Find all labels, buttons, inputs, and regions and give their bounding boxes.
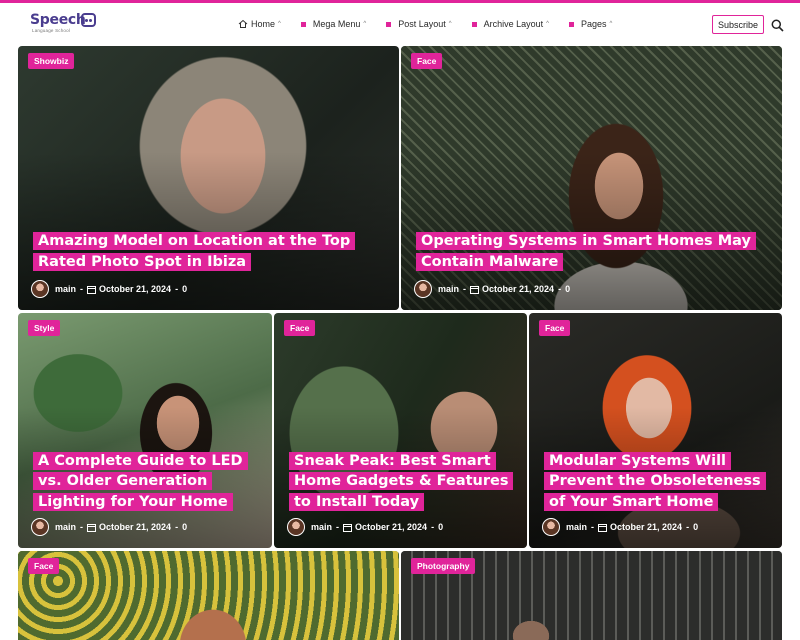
meta-separator: - <box>686 522 690 532</box>
nav-label: Home <box>251 19 276 29</box>
chevron-up-icon: ^ <box>546 21 549 27</box>
post-title[interactable]: Amazing Model on Location at the Top Rat… <box>33 231 389 272</box>
post-date[interactable]: October 21, 2024 <box>99 522 171 532</box>
post-meta: main - October 21, 2024 - 0 <box>414 280 570 298</box>
pink-square-bullet-icon <box>471 21 477 27</box>
search-icon[interactable] <box>771 19 784 32</box>
meta-separator: - <box>175 522 179 532</box>
meta-separator: - <box>558 284 562 294</box>
author-name[interactable]: main <box>311 522 332 532</box>
category-badge[interactable]: Face <box>411 53 443 69</box>
meta-separator: - <box>431 522 435 532</box>
post-image <box>18 551 399 640</box>
category-badge[interactable]: Photography <box>411 558 476 574</box>
nav-item-home[interactable]: Home ^ <box>238 19 281 29</box>
post-date[interactable]: October 21, 2024 <box>482 284 554 294</box>
nav-item-mega-menu[interactable]: Mega Menu ^ <box>300 19 367 29</box>
calendar-icon <box>343 523 353 532</box>
post-card-2[interactable]: Face Operating Systems in Smart Homes Ma… <box>401 46 782 310</box>
post-title[interactable]: Modular Systems Will Prevent the Obsolet… <box>544 451 772 513</box>
category-badge[interactable]: Face <box>28 558 60 574</box>
nav-item-archive-layout[interactable]: Archive Layout ^ <box>471 19 549 29</box>
post-card-1[interactable]: Showbiz Amazing Model on Location at the… <box>18 46 399 310</box>
meta-separator: - <box>463 284 467 294</box>
pink-square-bullet-icon <box>300 21 306 27</box>
author-avatar[interactable] <box>414 280 432 298</box>
calendar-icon <box>598 523 608 532</box>
chevron-up-icon: ^ <box>448 21 452 27</box>
author-name[interactable]: main <box>55 522 76 532</box>
site-header: Speech Language School Home ^ Mega Menu … <box>0 3 800 43</box>
meta-separator: - <box>80 284 84 294</box>
chevron-up-icon: ^ <box>363 21 367 27</box>
nav-label: Archive Layout <box>483 19 544 29</box>
nav-item-post-layout[interactable]: Post Layout ^ <box>386 19 452 29</box>
post-title[interactable]: A Complete Guide to LED vs. Older Genera… <box>33 451 262 513</box>
meta-separator: - <box>591 522 595 532</box>
category-badge[interactable]: Style <box>28 320 61 336</box>
post-meta: main - October 21, 2024 - 0 <box>287 518 443 536</box>
nav-label: Mega Menu <box>312 19 361 29</box>
author-name[interactable]: main <box>438 284 459 294</box>
nav-label: Post Layout <box>398 19 446 29</box>
category-badge[interactable]: Showbiz <box>28 53 75 69</box>
post-date[interactable]: October 21, 2024 <box>99 284 171 294</box>
logo-tagline: Language School <box>32 28 71 33</box>
post-card-3[interactable]: Style A Complete Guide to LED vs. Older … <box>18 313 272 548</box>
main-navigation: Home ^ Mega Menu ^ Post Layout ^ Archive… <box>238 16 632 32</box>
comment-count[interactable]: 0 <box>438 522 443 532</box>
home-icon <box>238 19 248 28</box>
logo-wordmark: Speech <box>30 12 86 28</box>
site-logo[interactable]: Speech Language School <box>30 12 110 38</box>
post-meta: main - October 21, 2024 - 0 <box>542 518 698 536</box>
post-card-6[interactable]: Face <box>18 551 399 640</box>
post-meta: main - October 21, 2024 - 0 <box>31 280 187 298</box>
post-card-7[interactable]: Photography <box>401 551 782 640</box>
meta-separator: - <box>80 522 84 532</box>
pink-square-bullet-icon <box>386 21 392 27</box>
author-avatar[interactable] <box>31 518 49 536</box>
nav-label: Pages <box>580 19 607 29</box>
calendar-icon <box>470 285 480 294</box>
speech-bubble-icon <box>81 13 96 27</box>
category-badge[interactable]: Face <box>539 320 571 336</box>
author-name[interactable]: main <box>566 522 587 532</box>
chevron-up-icon: ^ <box>278 21 281 27</box>
post-card-4[interactable]: Face Sneak Peak: Best Smart Home Gadgets… <box>274 313 527 548</box>
category-badge[interactable]: Face <box>284 320 316 336</box>
author-avatar[interactable] <box>287 518 305 536</box>
comment-count[interactable]: 0 <box>182 522 187 532</box>
calendar-icon <box>87 285 97 294</box>
comment-count[interactable]: 0 <box>565 284 570 294</box>
pink-square-bullet-icon <box>568 21 574 27</box>
author-name[interactable]: main <box>55 284 76 294</box>
post-title[interactable]: Operating Systems in Smart Homes May Con… <box>416 231 772 272</box>
post-date[interactable]: October 21, 2024 <box>610 522 682 532</box>
meta-separator: - <box>336 522 340 532</box>
post-meta: main - October 21, 2024 - 0 <box>31 518 187 536</box>
comment-count[interactable]: 0 <box>182 284 187 294</box>
chevron-up-icon: ^ <box>609 21 613 27</box>
nav-item-pages[interactable]: Pages ^ <box>568 19 613 29</box>
post-title[interactable]: Sneak Peak: Best Smart Home Gadgets & Fe… <box>289 451 517 513</box>
post-date[interactable]: October 21, 2024 <box>355 522 427 532</box>
post-card-5[interactable]: Face Modular Systems Will Prevent the Ob… <box>529 313 782 548</box>
calendar-icon <box>87 523 97 532</box>
author-avatar[interactable] <box>542 518 560 536</box>
subscribe-button[interactable]: Subscribe <box>712 15 764 34</box>
meta-separator: - <box>175 284 179 294</box>
author-avatar[interactable] <box>31 280 49 298</box>
comment-count[interactable]: 0 <box>693 522 698 532</box>
